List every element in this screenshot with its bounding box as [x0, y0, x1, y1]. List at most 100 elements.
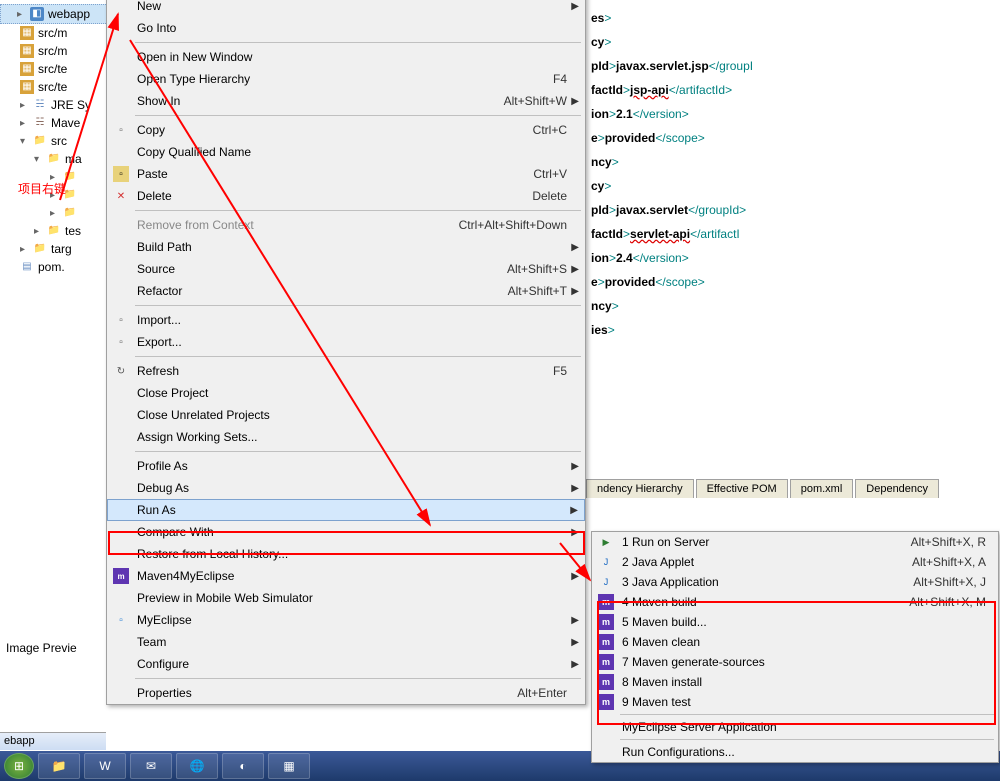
- library-icon: ☵: [33, 116, 47, 130]
- start-button[interactable]: ⊞: [4, 753, 34, 779]
- paste-icon: ▫: [113, 166, 129, 182]
- menu-shortcut: F4: [553, 72, 567, 86]
- menu-item-close-unrelated-projects[interactable]: Close Unrelated Projects: [107, 404, 585, 426]
- menu-item-export-[interactable]: ▫Export...: [107, 331, 585, 353]
- run-option-maven-test[interactable]: m9 Maven test: [592, 692, 998, 712]
- annotation-right-click: 项目右键: [18, 180, 66, 197]
- run-option-run-configurations-[interactable]: Run Configurations...: [592, 742, 998, 762]
- editor-tab[interactable]: ndency Hierarchy: [586, 479, 694, 498]
- menu-label: Configure: [137, 657, 567, 671]
- menu-item-close-project[interactable]: Close Project: [107, 382, 585, 404]
- folder-icon: 📁: [63, 206, 77, 220]
- tree-label: webapp: [48, 7, 90, 21]
- expand-icon[interactable]: ▸: [17, 10, 26, 19]
- submenu-label: MyEclipse Server Application: [622, 720, 986, 734]
- taskbar-item[interactable]: 🌐: [176, 753, 218, 779]
- menu-label: Open Type Hierarchy: [137, 72, 533, 86]
- menu-item-debug-as[interactable]: Debug As▶: [107, 477, 585, 499]
- taskbar-item[interactable]: W: [84, 753, 126, 779]
- taskbar-item[interactable]: ✉: [130, 753, 172, 779]
- submenu-arrow-icon: ▶: [571, 659, 579, 670]
- run-option-maven-generate-sources[interactable]: m7 Maven generate-sources: [592, 652, 998, 672]
- menu-item-show-in[interactable]: Show InAlt+Shift+W▶: [107, 90, 585, 112]
- menu-item-open-type-hierarchy[interactable]: Open Type Hierarchy F4: [107, 68, 585, 90]
- menu-item-copy-qualified-name[interactable]: Copy Qualified Name: [107, 141, 585, 163]
- run-option-java-applet[interactable]: J2 Java AppletAlt+Shift+X, A: [592, 552, 998, 572]
- menu-shortcut: Alt+Shift+S: [507, 262, 567, 276]
- run-as-submenu[interactable]: ▶1 Run on ServerAlt+Shift+X, RJ2 Java Ap…: [591, 531, 999, 763]
- menu-label: Build Path: [137, 240, 567, 254]
- run-option-maven-clean[interactable]: m 6 Maven clean: [592, 632, 998, 652]
- run-option-maven-install[interactable]: m8 Maven install: [592, 672, 998, 692]
- menu-label: Team: [137, 635, 567, 649]
- submenu-arrow-icon: ▶: [571, 242, 579, 253]
- menu-item-remove-from-context: Remove from ContextCtrl+Alt+Shift+Down: [107, 214, 585, 236]
- mvnic-icon: m: [598, 694, 614, 710]
- menu-item-new[interactable]: New▶: [107, 0, 585, 17]
- japp-icon: J: [598, 574, 614, 590]
- submenu-arrow-icon: ▶: [571, 615, 579, 626]
- menu-label: Source: [137, 262, 487, 276]
- xml-editor[interactable]: es>cy>pId>javax.servlet.jsp</groupIfactI…: [591, 0, 1000, 460]
- submenu-arrow-icon: ▶: [571, 483, 579, 494]
- menu-item-copy[interactable]: ▫CopyCtrl+C: [107, 119, 585, 141]
- status-bar: ebapp: [0, 732, 106, 750]
- context-menu[interactable]: New▶Go IntoOpen in New WindowOpen Type H…: [106, 0, 586, 705]
- submenu-shortcut: Alt+Shift+X, M: [909, 595, 986, 609]
- taskbar-item[interactable]: ◐: [222, 753, 264, 779]
- menu-item-delete[interactable]: ✕DeleteDelete: [107, 185, 585, 207]
- taskbar-item[interactable]: 📁: [38, 753, 80, 779]
- menu-item-profile-as[interactable]: Profile As▶: [107, 455, 585, 477]
- menu-shortcut: Alt+Shift+W: [504, 94, 567, 108]
- menu-item-open-in-new-window[interactable]: Open in New Window: [107, 46, 585, 68]
- menu-label: Compare With: [137, 525, 567, 539]
- submenu-arrow-icon: ▶: [571, 286, 579, 297]
- submenu-label: 2 Java Applet: [622, 555, 912, 569]
- editor-tab[interactable]: pom.xml: [790, 479, 854, 498]
- menu-label: Restore from Local History...: [137, 547, 567, 561]
- myec-icon: ▫: [113, 612, 129, 628]
- menu-item-paste[interactable]: ▫PasteCtrl+V: [107, 163, 585, 185]
- run-option-run-on-server[interactable]: ▶1 Run on ServerAlt+Shift+X, R: [592, 532, 998, 552]
- menu-item-restore-from-local-history-[interactable]: Restore from Local History...: [107, 543, 585, 565]
- menu-item-go-into[interactable]: Go Into: [107, 17, 585, 39]
- menu-item-assign-working-sets-[interactable]: Assign Working Sets...: [107, 426, 585, 448]
- del-icon: ✕: [113, 188, 129, 204]
- menu-item-source[interactable]: SourceAlt+Shift+S▶: [107, 258, 585, 280]
- menu-item-refactor[interactable]: RefactorAlt+Shift+T▶: [107, 280, 585, 302]
- submenu-arrow-icon: ▶: [571, 571, 579, 582]
- editor-tab[interactable]: Dependency: [855, 479, 939, 498]
- run-option-java-application[interactable]: J3 Java ApplicationAlt+Shift+X, J: [592, 572, 998, 592]
- menu-label: Import...: [137, 313, 567, 327]
- m4e-icon: m: [113, 568, 129, 584]
- menu-label: Maven4MyEclipse: [137, 569, 567, 583]
- menu-item-refresh[interactable]: ↻RefreshF5: [107, 360, 585, 382]
- menu-item-properties[interactable]: PropertiesAlt+Enter: [107, 682, 585, 704]
- run-option-maven-build[interactable]: m4 Maven buildAlt+Shift+X, M: [592, 592, 998, 612]
- run-option-myeclipse-server-application[interactable]: MyEclipse Server Application: [592, 717, 998, 737]
- submenu-arrow-icon: ▶: [571, 527, 579, 538]
- menu-item-run-as[interactable]: Run As▶: [107, 499, 585, 521]
- menu-item-preview-in-mobile-web-simulator[interactable]: Preview in Mobile Web Simulator: [107, 587, 585, 609]
- menu-label: Go Into: [137, 21, 567, 35]
- menu-label: Copy: [137, 123, 513, 137]
- menu-item-configure[interactable]: Configure ▶: [107, 653, 585, 675]
- menu-item-myeclipse[interactable]: ▫MyEclipse▶: [107, 609, 585, 631]
- menu-item-build-path[interactable]: Build Path ▶: [107, 236, 585, 258]
- package-icon: ▦: [20, 62, 34, 76]
- menu-item-maven4myeclipse[interactable]: m Maven4MyEclipse ▶: [107, 565, 585, 587]
- mvnic-icon: m: [598, 614, 614, 630]
- menu-item-compare-with[interactable]: Compare With ▶: [107, 521, 585, 543]
- run-option-maven-build-[interactable]: m5 Maven build...: [592, 612, 998, 632]
- submenu-shortcut: Alt+Shift+X, J: [913, 575, 986, 589]
- taskbar-item[interactable]: ▦: [268, 753, 310, 779]
- submenu-label: 6 Maven clean: [622, 635, 986, 649]
- menu-item-team[interactable]: Team▶: [107, 631, 585, 653]
- menu-item-import-[interactable]: ▫Import...: [107, 309, 585, 331]
- mvnic-icon: m: [598, 634, 614, 650]
- submenu-arrow-icon: ▶: [571, 1, 579, 12]
- editor-tab[interactable]: Effective POM: [696, 479, 788, 498]
- menu-label: Refresh: [137, 364, 533, 378]
- editor-tabs[interactable]: ndency Hierarchy Effective POM pom.xml D…: [586, 479, 939, 498]
- menu-shortcut: Ctrl+C: [533, 123, 567, 137]
